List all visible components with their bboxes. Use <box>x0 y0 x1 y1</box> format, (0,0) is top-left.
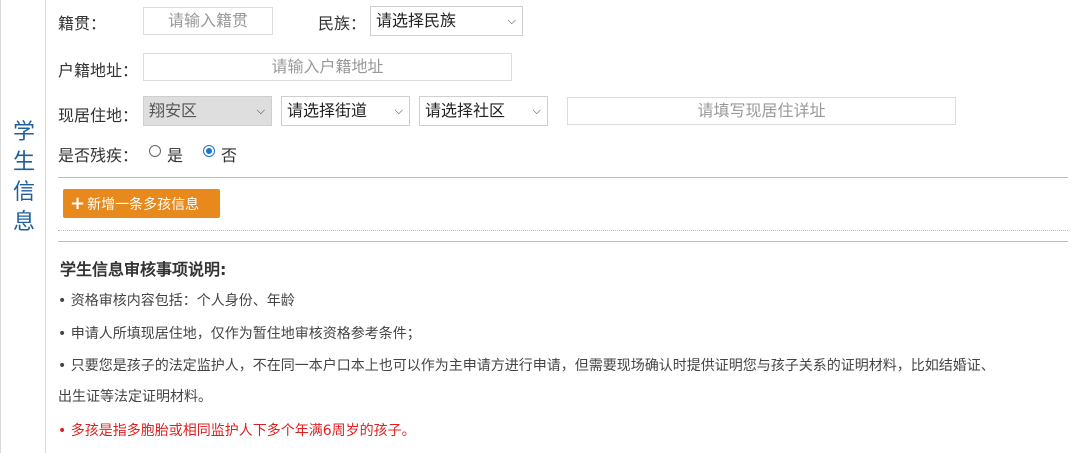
disability-label: 是否残疾： <box>58 146 139 165</box>
district-select[interactable]: 翔安区 ⌵ <box>143 96 272 126</box>
ethnicity-select[interactable]: 请选择民族 ⌵ <box>370 6 523 36</box>
disability-no-label[interactable]: 否 <box>221 142 237 166</box>
ethnicity-label: 民族： <box>318 14 367 33</box>
divider <box>58 177 1068 178</box>
divider <box>58 241 1068 242</box>
ethnicity-select-value: 请选择民族 <box>376 11 457 30</box>
note-item: 出生证等法定证明材料。 <box>58 389 212 405</box>
section-title-char: 学 <box>12 120 35 145</box>
note-highlight: • 多孩是指多胞胎或相同监护人下多个年满6周岁的孩子。 <box>58 423 416 439</box>
disability-yes-radio[interactable] <box>149 145 161 157</box>
note-item: • 申请人所填现居住地，仅作为暂住地审核资格参考条件； <box>58 326 421 342</box>
section-title-char: 信 <box>12 180 35 205</box>
street-select[interactable]: 请选择街道 ⌵ <box>281 96 410 126</box>
native-place-input[interactable]: 请输入籍贯 <box>143 7 273 35</box>
note-item: • 只要您是孩子的法定监护人，不在同一本户口本上也可以作为主申请方进行申请，但需… <box>58 358 995 374</box>
household-address-label: 户籍地址： <box>58 61 139 80</box>
disability-yes-label[interactable]: 是 <box>167 142 183 166</box>
section-title-char: 生 <box>12 150 35 175</box>
add-multi-child-label: 新增一条多孩信息 <box>87 197 200 213</box>
section-title-student-info: 学 生 信 息 <box>1 118 47 238</box>
household-address-input[interactable]: 请输入户籍地址 <box>143 53 512 81</box>
student-info-panel: 籍贯： 请输入籍贯 民族： 请选择民族 ⌵ 户籍地址： 请输入户籍地址 现居住地… <box>46 0 1080 453</box>
dotted-divider <box>58 230 1068 231</box>
add-multi-child-button[interactable]: + 新增一条多孩信息 <box>63 189 220 218</box>
notes-title: 学生信息审核事项说明: <box>60 260 227 279</box>
community-select-value: 请选择社区 <box>425 101 506 120</box>
plus-icon: + <box>70 193 86 214</box>
chevron-down-icon: ⌵ <box>394 104 403 117</box>
community-select[interactable]: 请选择社区 ⌵ <box>419 96 548 126</box>
chevron-down-icon: ⌵ <box>256 104 265 117</box>
section-title-char: 息 <box>12 210 35 235</box>
chevron-down-icon: ⌵ <box>507 14 516 27</box>
note-item: • 资格审核内容包括：个人身份、年龄 <box>58 293 295 309</box>
district-select-value: 翔安区 <box>149 101 198 120</box>
current-address-label: 现居住地： <box>58 106 139 125</box>
address-detail-input[interactable]: 请填写现居住详址 <box>567 97 956 125</box>
chevron-down-icon: ⌵ <box>532 104 541 117</box>
street-select-value: 请选择街道 <box>287 101 368 120</box>
disability-no-radio[interactable] <box>203 145 215 157</box>
native-place-label: 籍贯： <box>58 14 107 33</box>
section-sidebar: 学 生 信 息 <box>0 0 46 453</box>
